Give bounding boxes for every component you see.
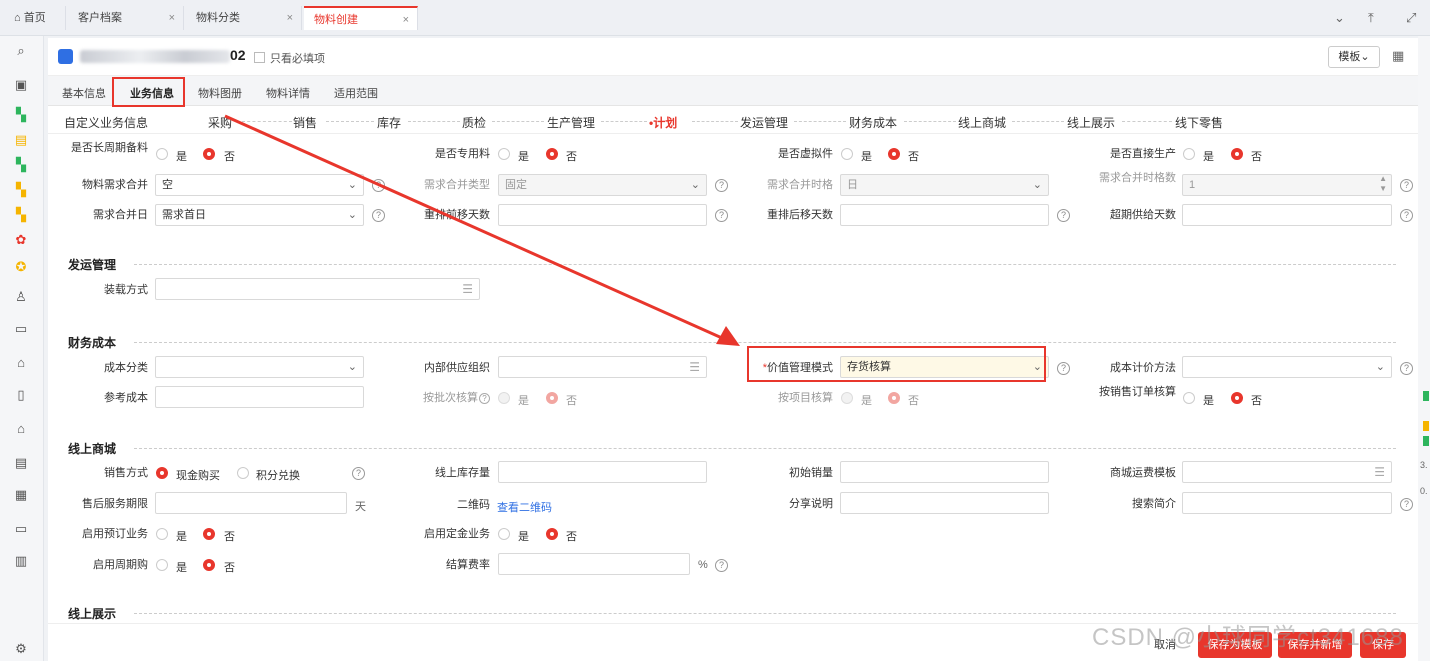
status-green <box>1423 391 1429 401</box>
watermark: CSDN @小球同学ct341688 <box>1092 624 1404 651</box>
strip-value-2: 0. <box>1420 486 1428 496</box>
annotation-arrow <box>224 114 740 346</box>
right-strip: 3. 0. <box>1418 36 1430 661</box>
status-yellow <box>1423 421 1429 431</box>
strip-value-1: 3. <box>1420 460 1428 470</box>
arrow-line <box>224 114 723 340</box>
status-green-2 <box>1423 436 1429 446</box>
